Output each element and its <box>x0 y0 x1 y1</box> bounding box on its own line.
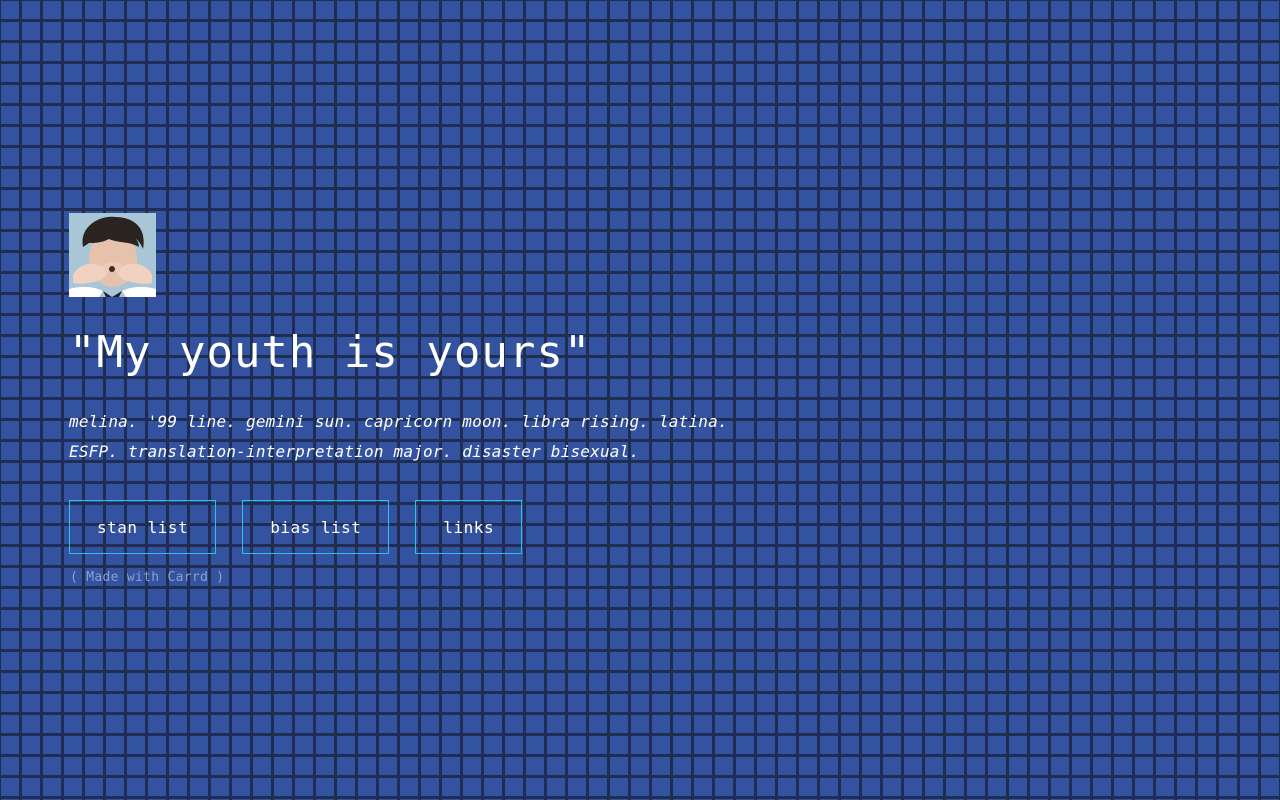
main-content: "My youth is yours" melina. '99 line. ge… <box>69 213 829 585</box>
page-title: "My youth is yours" <box>69 327 592 378</box>
bio-line-1: melina. '99 line. gemini sun. capricorn … <box>69 412 728 431</box>
avatar <box>69 213 156 297</box>
bio-text: melina. '99 line. gemini sun. capricorn … <box>69 407 829 467</box>
made-with-carrd-link[interactable]: ( Made with Carrd ) <box>69 570 829 585</box>
bias-list-button[interactable]: bias list <box>242 500 390 554</box>
bio-line-2: ESFP. translation-interpretation major. … <box>69 442 640 461</box>
button-group: stan list bias list links <box>69 500 829 554</box>
avatar-image <box>69 213 156 297</box>
links-button[interactable]: links <box>415 500 523 554</box>
stan-list-button[interactable]: stan list <box>69 500 217 554</box>
